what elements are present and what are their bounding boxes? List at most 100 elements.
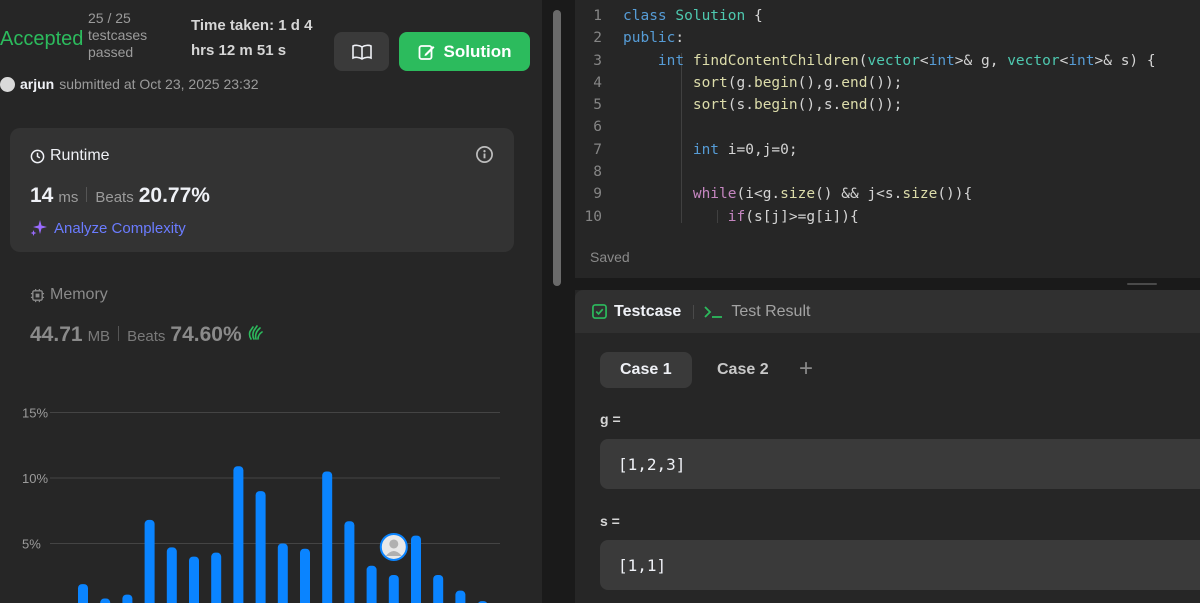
bar[interactable] <box>277 543 288 603</box>
tab-test-result-label: Test Result <box>731 302 811 320</box>
var-g-input[interactable]: [1,2,3] <box>600 439 1200 489</box>
memory-value-row: 44.71 MB Beats 74.60% <box>30 323 265 347</box>
solution-button-label: Solution <box>443 41 512 61</box>
bar[interactable] <box>388 574 399 603</box>
info-icon[interactable] <box>475 145 494 169</box>
y-tick-label: 10% <box>22 471 48 486</box>
var-s-input[interactable]: [1,1] <box>600 540 1200 590</box>
bar[interactable] <box>344 521 355 603</box>
memory-title-text: Memory <box>50 286 108 303</box>
clock-icon <box>30 149 45 163</box>
saved-indicator: Saved <box>590 249 630 265</box>
horizontal-splitter[interactable] <box>575 278 1200 290</box>
username[interactable]: arjun <box>20 76 54 92</box>
tab-test-result[interactable]: Test Result <box>704 303 810 321</box>
code-text[interactable]: class Solution { <box>623 5 763 27</box>
testcases-count: 25 / 25 <box>88 10 131 26</box>
solution-button[interactable]: Solution <box>399 32 530 71</box>
runtime-beats-value: 20.77% <box>138 184 210 207</box>
code-text[interactable]: while(i<g.size() && j<s.size()){ <box>623 183 972 205</box>
runtime-value-row: 14 ms Beats 20.77% <box>30 184 210 208</box>
bar[interactable] <box>455 590 466 603</box>
testcases-summary: 25 / 25 testcases passed <box>88 10 147 61</box>
memory-title[interactable]: Memory <box>30 286 108 304</box>
code-line[interactable]: 3 int findContentChildren(vector<int>& g… <box>575 50 1156 72</box>
code-text[interactable]: int i=0,j=0; <box>623 139 798 161</box>
line-number: 10 <box>584 208 602 225</box>
memory-beats-value: 74.60% <box>170 323 242 346</box>
testcases-label: testcases <box>88 27 148 43</box>
memory-beats-label: Beats <box>127 328 166 345</box>
code-line[interactable]: 8 <box>575 161 1156 183</box>
app-root: Accepted 25 / 25 testcases passed Time t… <box>0 0 1200 603</box>
code-text[interactable]: sort(g.begin(),g.end()); <box>623 72 903 94</box>
code-line[interactable]: 10 if(s[j]>=g[i]){ <box>575 206 1156 228</box>
bar[interactable] <box>166 547 177 603</box>
code-text[interactable]: sort(s.begin(),s.end()); <box>623 94 903 116</box>
runtime-card[interactable]: Runtime 14 ms Beats 20.77% Analyze Compl… <box>10 128 514 252</box>
bar[interactable] <box>255 491 266 603</box>
line-number: 2 <box>593 30 602 47</box>
splitter-handle[interactable] <box>1127 283 1157 285</box>
bar[interactable] <box>122 594 133 603</box>
line-number: 6 <box>593 119 602 136</box>
memory-value: 44.71 <box>30 323 83 346</box>
testcase-tab-bar: Testcase Test Result <box>575 290 1200 333</box>
submission-panel: Accepted 25 / 25 testcases passed Time t… <box>0 0 542 603</box>
bar[interactable] <box>78 584 88 603</box>
bar[interactable] <box>411 535 421 603</box>
runtime-title: Runtime <box>30 147 110 165</box>
runtime-unit: ms <box>58 189 79 206</box>
runtime-title-text: Runtime <box>50 147 110 164</box>
time-taken: Time taken: 1 d 4 hrs 12 m 51 s <box>191 13 312 63</box>
add-case-icon[interactable]: + <box>799 357 813 381</box>
code-text[interactable]: int findContentChildren(vector<int>& g, … <box>623 50 1156 72</box>
code-line[interactable]: 5 sort(s.begin(),s.end()); <box>575 94 1156 116</box>
divider <box>86 187 88 202</box>
bar[interactable] <box>322 471 333 603</box>
submitted-at: submitted at Oct 23, 2025 23:32 <box>59 76 259 92</box>
case-2-tab[interactable]: Case 2 <box>697 352 789 388</box>
divider <box>118 326 120 341</box>
line-number: 1 <box>593 8 602 24</box>
y-tick-label: 15% <box>22 406 48 421</box>
code-line[interactable]: 2 public: <box>575 27 1156 49</box>
testcases-passed: passed <box>88 44 134 60</box>
case-1-tab[interactable]: Case 1 <box>600 352 692 388</box>
bar[interactable] <box>211 552 222 603</box>
code-editor[interactable]: 1 class Solution { 2 public: 3 int findConte… <box>575 0 1200 278</box>
chip-icon <box>30 288 45 302</box>
bar[interactable] <box>189 556 199 603</box>
checkbox-icon <box>592 304 607 319</box>
clap-icon <box>248 325 263 340</box>
sparkle-icon <box>30 220 47 236</box>
notes-button[interactable] <box>334 32 389 71</box>
tab-divider <box>693 304 695 319</box>
analyze-complexity-link[interactable]: Analyze Complexity <box>30 219 186 237</box>
code-line[interactable]: 6 <box>575 116 1156 138</box>
book-icon <box>351 44 372 60</box>
code-line[interactable]: 1 class Solution { <box>575 5 1156 27</box>
code-lines[interactable]: 1 class Solution { 2 public: 3 int findConte… <box>575 5 1156 228</box>
scrollbar-thumb[interactable] <box>553 10 561 286</box>
var-s-label: s = <box>600 513 620 529</box>
bar[interactable] <box>366 565 377 603</box>
line-number: 7 <box>593 141 602 158</box>
code-text[interactable]: public: <box>623 27 684 49</box>
vertical-splitter[interactable] <box>565 0 575 603</box>
bar[interactable] <box>144 519 155 603</box>
code-line[interactable]: 9 while(i<g.size() && j<s.size()){ <box>575 183 1156 205</box>
code-text[interactable]: if(s[j]>=g[i]){ <box>623 206 859 228</box>
bar[interactable] <box>433 574 444 603</box>
bar[interactable] <box>300 548 310 603</box>
avatar[interactable] <box>0 76 15 92</box>
bar[interactable] <box>233 466 244 603</box>
left-scrollbar[interactable] <box>553 0 561 603</box>
tab-testcase[interactable]: Testcase <box>592 303 681 321</box>
code-line[interactable]: 7 int i=0,j=0; <box>575 139 1156 161</box>
runtime-distribution-chart[interactable]: 15% 10% 5% <box>0 395 540 603</box>
line-number: 5 <box>593 97 602 114</box>
code-line[interactable]: 4 sort(g.begin(),g.end()); <box>575 72 1156 94</box>
bar[interactable] <box>100 598 111 603</box>
var-g-label: g = <box>600 411 621 427</box>
